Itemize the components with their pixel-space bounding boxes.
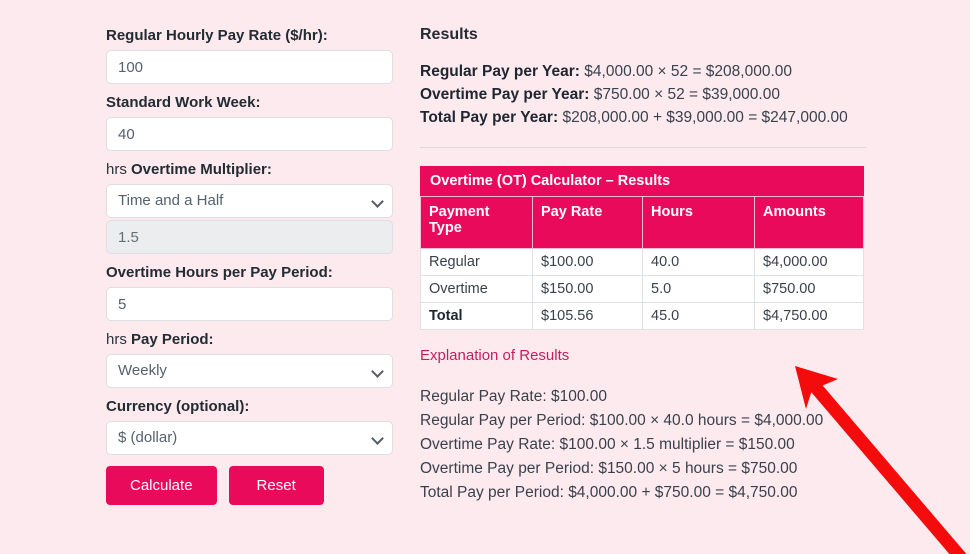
label-pay-period-text: Pay Period: bbox=[131, 331, 214, 348]
table-row: Overtime $150.00 5.0 $750.00 bbox=[420, 275, 864, 303]
cell-hours: 45.0 bbox=[642, 302, 755, 330]
summary-value: $750.00 × 52 = $39,000.00 bbox=[589, 86, 780, 103]
hourly-pay-rate-input[interactable] bbox=[106, 50, 393, 84]
summary-total-pay-year: Total Pay per Year: $208,000.00 + $39,00… bbox=[420, 106, 866, 129]
currency-select[interactable]: $ (dollar) bbox=[106, 421, 393, 455]
overtime-calculator-form: Regular Hourly Pay Rate ($/hr): Standard… bbox=[106, 26, 393, 505]
summary-label: Total Pay per Year: bbox=[420, 109, 559, 126]
results-table-caption: Overtime (OT) Calculator – Results bbox=[420, 166, 864, 196]
overtime-multiplier-numeric-input bbox=[106, 220, 393, 254]
cell-pay-rate: $150.00 bbox=[532, 275, 643, 303]
currency-value: $ (dollar) bbox=[106, 421, 393, 455]
header-amounts: Amounts bbox=[754, 196, 864, 249]
form-actions: Calculate Reset bbox=[106, 466, 393, 505]
explanation-of-results-link[interactable]: Explanation of Results bbox=[420, 347, 569, 364]
cell-payment-type: Regular bbox=[420, 248, 533, 276]
label-pay-period: hrs Pay Period: bbox=[106, 330, 393, 350]
summary-overtime-pay-year: Overtime Pay per Year: $750.00 × 52 = $3… bbox=[420, 83, 866, 106]
cell-amount: $4,000.00 bbox=[754, 248, 864, 276]
pay-period-select[interactable]: Weekly bbox=[106, 354, 393, 388]
label-overtime-multiplier: hrs Overtime Multiplier: bbox=[106, 160, 393, 180]
explanation-list: Regular Pay Rate: $100.00 Regular Pay pe… bbox=[420, 385, 866, 505]
header-hours: Hours bbox=[642, 196, 755, 249]
summary-regular-pay-year: Regular Pay per Year: $4,000.00 × 52 = $… bbox=[420, 60, 866, 83]
results-panel: Results Regular Pay per Year: $4,000.00 … bbox=[420, 26, 866, 505]
table-row-total: Total $105.56 45.0 $4,750.00 bbox=[420, 302, 864, 330]
explanation-line: Total Pay per Period: $4,000.00 + $750.0… bbox=[420, 484, 798, 501]
calculate-button[interactable]: Calculate bbox=[106, 466, 217, 505]
unit-hrs-1: hrs bbox=[106, 161, 127, 178]
explanation-line: Regular Pay per Period: $100.00 × 40.0 h… bbox=[420, 412, 824, 429]
explanation-line: Overtime Pay Rate: $100.00 × 1.5 multipl… bbox=[420, 436, 795, 453]
summary-value: $4,000.00 × 52 = $208,000.00 bbox=[579, 63, 792, 80]
label-standard-work-week: Standard Work Week: bbox=[106, 94, 261, 111]
standard-work-week-input[interactable] bbox=[106, 117, 393, 151]
results-table: Overtime (OT) Calculator – Results Payme… bbox=[420, 166, 864, 330]
pay-period-value: Weekly bbox=[106, 354, 393, 388]
label-currency: Currency (optional): bbox=[106, 398, 250, 415]
cell-payment-type: Total bbox=[420, 302, 533, 330]
explanation-line: Regular Pay Rate: $100.00 bbox=[420, 388, 607, 405]
cell-amount: $4,750.00 bbox=[754, 302, 864, 330]
results-heading: Results bbox=[420, 26, 478, 43]
label-overtime-multiplier-text: Overtime Multiplier: bbox=[131, 161, 272, 178]
cell-hours: 40.0 bbox=[642, 248, 755, 276]
summary-value: $208,000.00 + $39,000.00 = $247,000.00 bbox=[558, 109, 848, 126]
summary-label: Overtime Pay per Year: bbox=[420, 86, 590, 103]
cell-pay-rate: $105.56 bbox=[532, 302, 643, 330]
section-divider bbox=[420, 147, 866, 148]
label-overtime-hours: Overtime Hours per Pay Period: bbox=[106, 264, 333, 281]
header-pay-rate: Pay Rate bbox=[532, 196, 643, 249]
label-hourly-pay-rate: Regular Hourly Pay Rate ($/hr): bbox=[106, 27, 328, 44]
cell-hours: 5.0 bbox=[642, 275, 755, 303]
explanation-line: Overtime Pay per Period: $150.00 × 5 hou… bbox=[420, 460, 798, 477]
unit-hrs-2: hrs bbox=[106, 331, 127, 348]
cell-payment-type: Overtime bbox=[420, 275, 533, 303]
overtime-multiplier-select[interactable]: Time and a Half bbox=[106, 184, 393, 218]
overtime-hours-input[interactable] bbox=[106, 287, 393, 321]
calculator-page: Regular Hourly Pay Rate ($/hr): Standard… bbox=[0, 0, 970, 554]
overtime-multiplier-value: Time and a Half bbox=[106, 184, 393, 218]
summary-label: Regular Pay per Year: bbox=[420, 63, 580, 80]
table-header-row: Payment Type Pay Rate Hours Amounts bbox=[420, 196, 864, 249]
cell-pay-rate: $100.00 bbox=[532, 248, 643, 276]
header-payment-type: Payment Type bbox=[420, 196, 533, 249]
table-row: Regular $100.00 40.0 $4,000.00 bbox=[420, 248, 864, 276]
reset-button[interactable]: Reset bbox=[228, 466, 324, 505]
cell-amount: $750.00 bbox=[754, 275, 864, 303]
